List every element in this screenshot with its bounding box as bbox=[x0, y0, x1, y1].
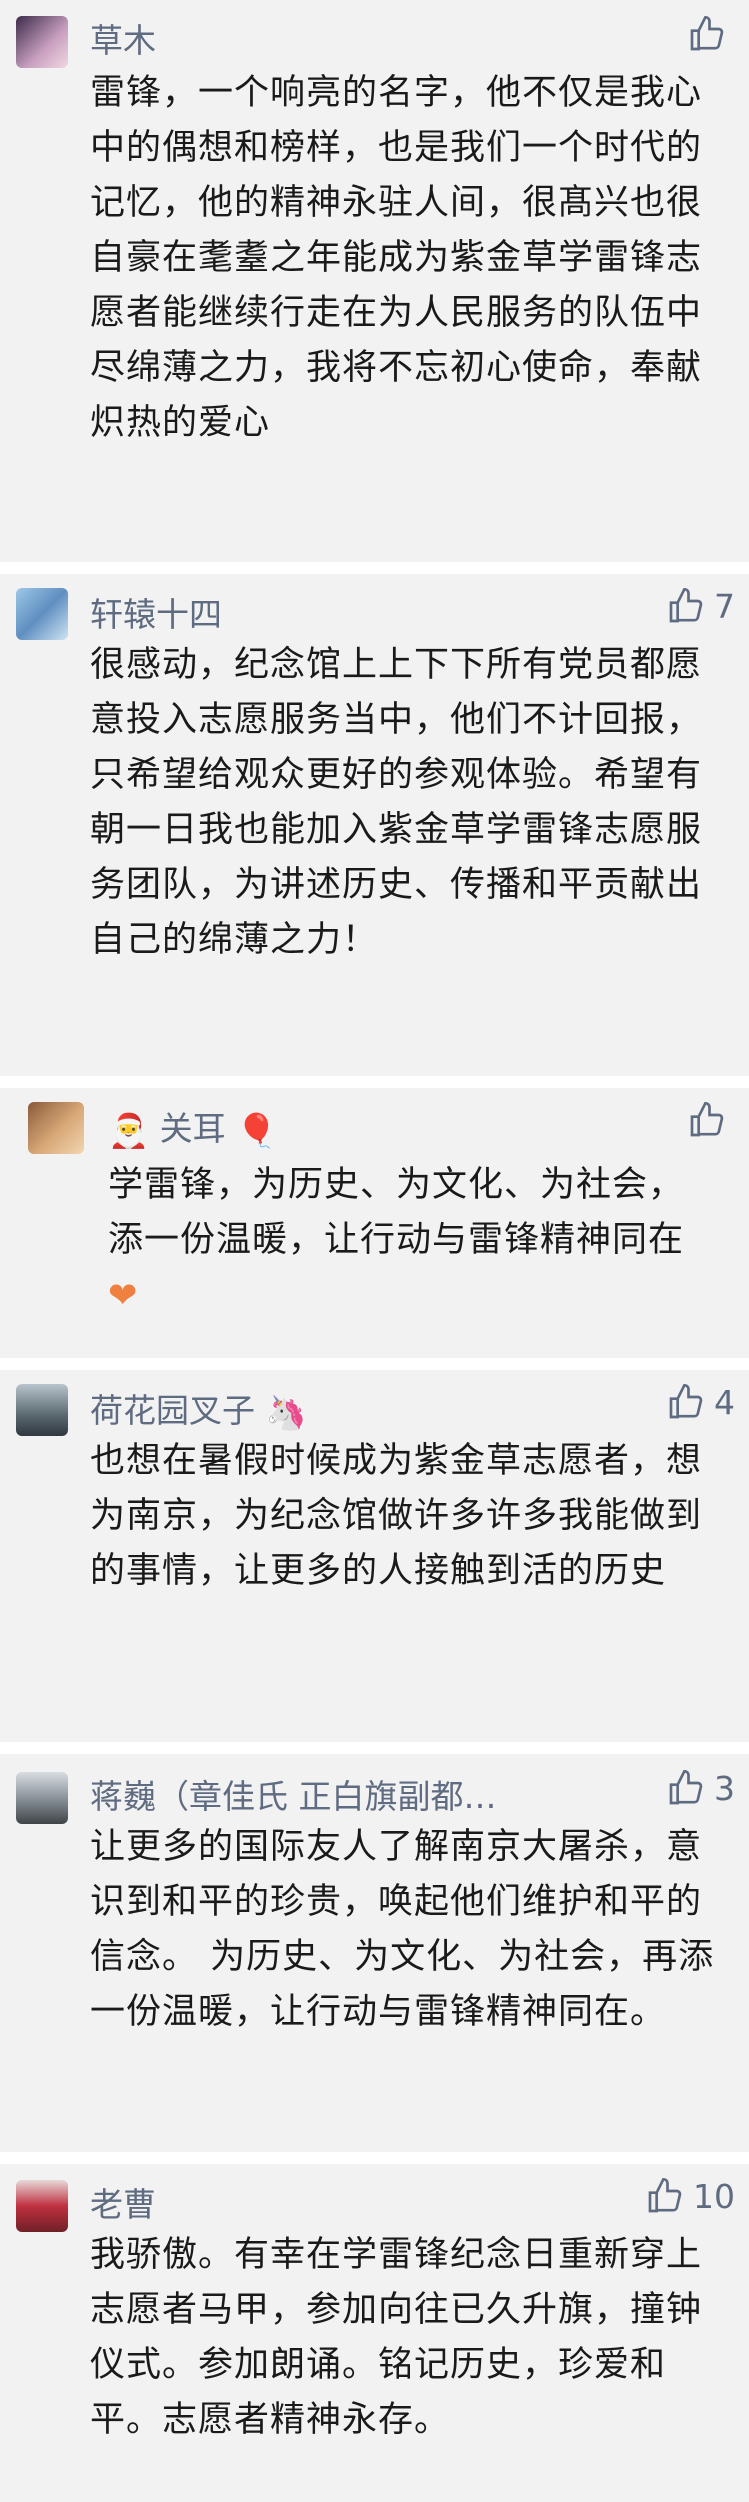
like-button[interactable]: 10 bbox=[645, 2176, 735, 2216]
comment-feed: 草木 雷锋，一个响亮的名字，他不仅是我心中的偶想和榜样，也是我们一个时代的记忆，… bbox=[0, 0, 749, 2502]
unicorn-emoji: 🦄 bbox=[265, 1392, 307, 1432]
comment-card: 老曹 10 我骄傲。有幸在学雷锋纪念日重新穿上志愿者马甲，参加向往已久升旗，撞钟… bbox=[0, 2164, 749, 2502]
commenter-name[interactable]: 老曹 bbox=[90, 2178, 156, 2226]
avatar[interactable] bbox=[28, 1102, 84, 1154]
comment-text-body: 学雷锋，为历史、为文化、为社会，添一份温暖，让行动与雷锋精神同在 bbox=[108, 1165, 685, 1260]
comment-text: 让更多的国际友人了解南京大屠杀，意识到和平的珍贵，唤起他们维护和平的信念。 为历… bbox=[90, 1827, 715, 2032]
comment-text: 学雷锋，为历史、为文化、为社会，添一份温暖，让行动与雷锋精神同在 ❤ bbox=[108, 1158, 708, 1324]
thumbs-up-icon bbox=[669, 587, 703, 623]
like-button[interactable]: 3 bbox=[666, 1768, 735, 1808]
balloon-emoji: 🎈 bbox=[236, 1110, 278, 1150]
thumbs-up-icon bbox=[648, 2177, 682, 2213]
thumbs-up-icon bbox=[690, 1101, 724, 1137]
like-button[interactable] bbox=[687, 14, 735, 54]
like-button[interactable]: 7 bbox=[666, 586, 735, 626]
like-count: 10 bbox=[693, 2176, 735, 2216]
comment-text: 我骄傲。有幸在学雷锋纪念日重新穿上志愿者马甲，参加向往已久升旗，撞钟仪式。参加朗… bbox=[90, 2235, 703, 2440]
thumbs-up-icon bbox=[690, 15, 724, 51]
comment-card: 蒋巍（章佳氏 正白旗副都… 3 让更多的国际友人了解南京大屠杀，意识到和平的珍贵… bbox=[0, 1754, 749, 2152]
orange-heart-emoji: ❤ bbox=[108, 1275, 139, 1316]
comment-text: 雷锋，一个响亮的名字，他不仅是我心中的偶想和榜样，也是我们一个时代的记忆，他的精… bbox=[90, 73, 703, 443]
avatar[interactable] bbox=[16, 1772, 68, 1824]
comment-card: 草木 雷锋，一个响亮的名字，他不仅是我心中的偶想和榜样，也是我们一个时代的记忆，… bbox=[0, 0, 749, 562]
like-count: 7 bbox=[714, 586, 735, 626]
comment-card: 轩辕十四 7 很感动，纪念馆上上下下所有党员都愿意投入志愿服务当中，他们不计回报… bbox=[0, 574, 749, 1076]
like-count: 4 bbox=[714, 1382, 735, 1422]
avatar[interactable] bbox=[16, 1384, 68, 1436]
commenter-name-text: 荷花园叉子 bbox=[90, 1391, 255, 1430]
commenter-name-text: 关耳 bbox=[159, 1109, 226, 1148]
thumbs-up-icon bbox=[669, 1769, 703, 1805]
comment-text: 也想在暑假时候成为紫金草志愿者，想为南京，为纪念馆做许多许多我能做到的事情，让更… bbox=[90, 1441, 703, 1591]
comment-card: 荷花园叉子 🦄 4 也想在暑假时候成为紫金草志愿者，想为南京，为纪念馆做许多许多… bbox=[0, 1370, 749, 1742]
like-button[interactable] bbox=[687, 1100, 735, 1140]
avatar[interactable] bbox=[16, 2180, 68, 2232]
avatar[interactable] bbox=[16, 588, 68, 640]
comment-text: 很感动，纪念馆上上下下所有党员都愿意投入志愿服务当中，他们不计回报，只希望给观众… bbox=[90, 645, 703, 960]
commenter-name[interactable]: 轩辕十四 bbox=[90, 588, 222, 636]
like-button[interactable]: 4 bbox=[666, 1382, 735, 1422]
thumbs-up-icon bbox=[669, 1383, 703, 1419]
commenter-name[interactable]: 草木 bbox=[90, 14, 156, 62]
avatar[interactable] bbox=[16, 16, 68, 68]
commenter-name[interactable]: 🎅 关耳 🎈 bbox=[108, 1102, 277, 1151]
commenter-name[interactable]: 荷花园叉子 🦄 bbox=[90, 1384, 307, 1433]
commenter-name[interactable]: 蒋巍（章佳氏 正白旗副都… bbox=[90, 1770, 600, 1818]
comment-card: 🎅 关耳 🎈 学雷锋，为历史、为文化、为社会，添一份温暖，让行动与雷锋精神同在 ❤ bbox=[0, 1088, 749, 1358]
like-count: 3 bbox=[714, 1768, 735, 1808]
santa-emoji: 🎅 bbox=[108, 1110, 150, 1150]
